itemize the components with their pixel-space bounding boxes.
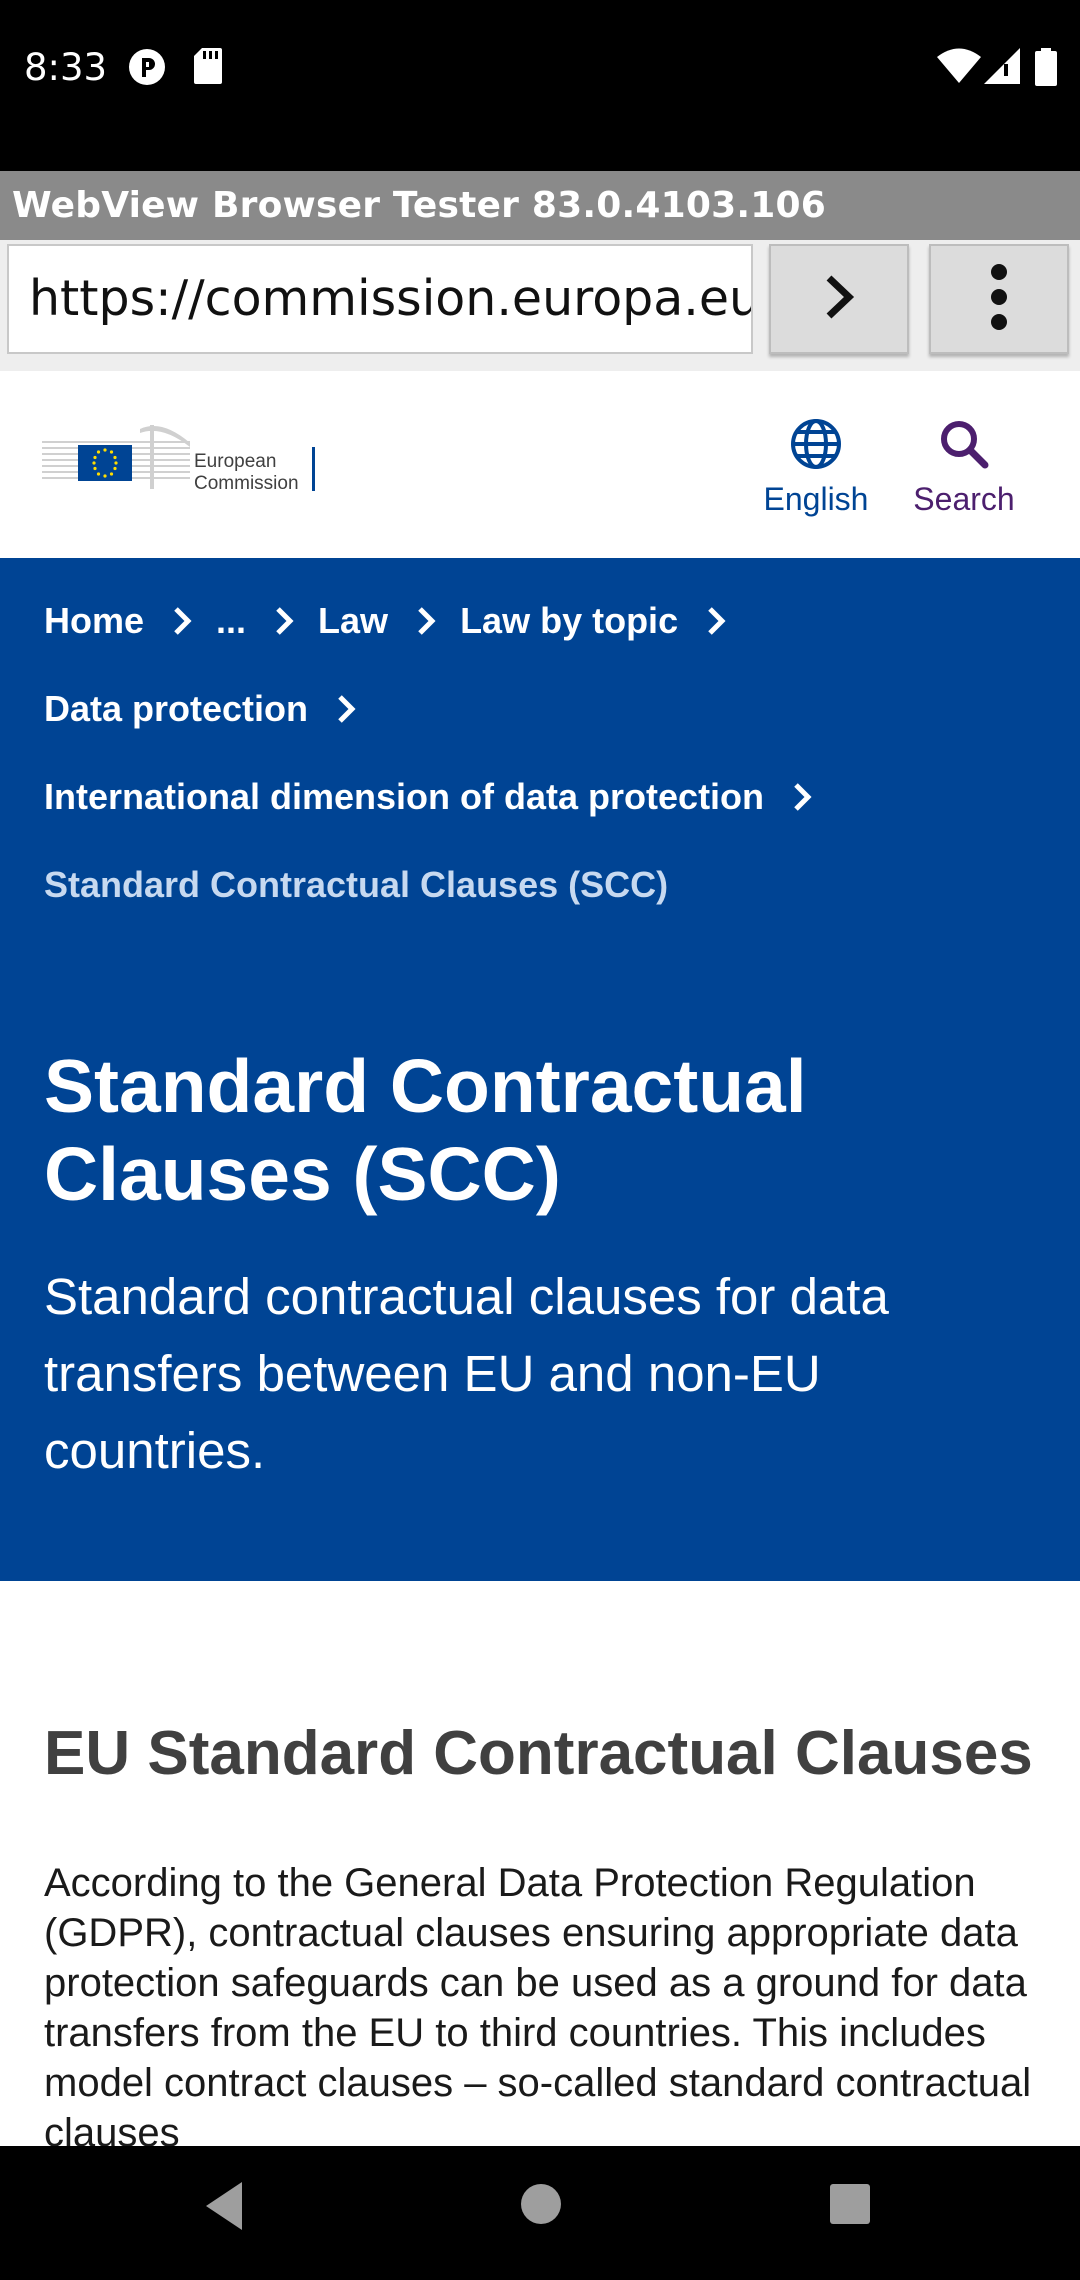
url-bar: https://commission.europa.eu/l [0, 240, 1080, 371]
app-title-bar: WebView Browser Tester 83.0.4103.106 [0, 171, 1080, 240]
chevron-right-icon [782, 777, 822, 817]
search-icon [937, 421, 991, 478]
breadcrumb-current: Standard Contractual Clauses (SCC) [44, 864, 669, 905]
breadcrumb-law[interactable]: Law [318, 600, 388, 642]
section-heading: EU Standard Contractual Clauses [44, 1719, 1033, 1788]
signal-icon [984, 48, 1020, 89]
go-button[interactable] [769, 244, 909, 354]
more-vert-icon [989, 262, 1009, 337]
system-nav-bar [0, 2146, 1080, 2280]
logo-text: European Commission [194, 451, 299, 495]
breadcrumb-row-2: Data protection [44, 688, 380, 730]
battery-icon [1035, 48, 1057, 91]
chevron-right-icon [696, 601, 736, 641]
breadcrumb-home[interactable]: Home [44, 600, 144, 642]
recents-icon[interactable] [828, 2182, 872, 2231]
url-input[interactable]: https://commission.europa.eu/l [7, 244, 753, 354]
home-icon[interactable] [519, 2182, 563, 2231]
sd-card-icon [194, 48, 222, 89]
european-commission-logo[interactable]: European Commission [42, 419, 315, 500]
wifi-icon [937, 48, 981, 89]
section-paragraph: According to the General Data Protection… [44, 1861, 1032, 2155]
language-button[interactable]: English [760, 417, 872, 518]
site-header: European Commission English Search [0, 371, 1080, 558]
back-icon[interactable] [200, 2178, 248, 2239]
language-label: English [763, 481, 869, 517]
logo-text-line2: Commission [194, 473, 299, 494]
logo-divider [312, 447, 315, 491]
app-title: WebView Browser Tester 83.0.4103.106 [12, 185, 826, 226]
page-subtitle: Standard contractual clauses for data tr… [44, 1268, 904, 1479]
globe-icon [789, 419, 843, 478]
chevron-right-icon [819, 272, 859, 327]
breadcrumb-law-by-topic[interactable]: Law by topic [460, 600, 678, 642]
page-title: Standard Contractual Clauses (SCC) [44, 1044, 807, 1216]
breadcrumb-row-3: International dimension of data protecti… [44, 776, 836, 818]
search-label: Search [913, 481, 1015, 517]
logo-text-line1: European [194, 451, 277, 472]
breadcrumb-data-protection[interactable]: Data protection [44, 688, 308, 730]
p-circle-icon [128, 48, 166, 91]
chevron-right-icon [326, 689, 366, 729]
chevron-right-icon [264, 601, 304, 641]
status-time: 8:33 [24, 46, 108, 89]
breadcrumb-row-1: Home ... Law Law by topic [44, 600, 750, 642]
menu-button[interactable] [929, 244, 1069, 354]
chevron-right-icon [406, 601, 446, 641]
status-bar: 8:33 [0, 0, 1080, 171]
chevron-right-icon [162, 601, 202, 641]
breadcrumb-international-dimension[interactable]: International dimension of data protecti… [44, 776, 764, 818]
breadcrumb-ellipsis[interactable]: ... [216, 600, 246, 642]
search-button[interactable]: Search [905, 417, 1023, 518]
